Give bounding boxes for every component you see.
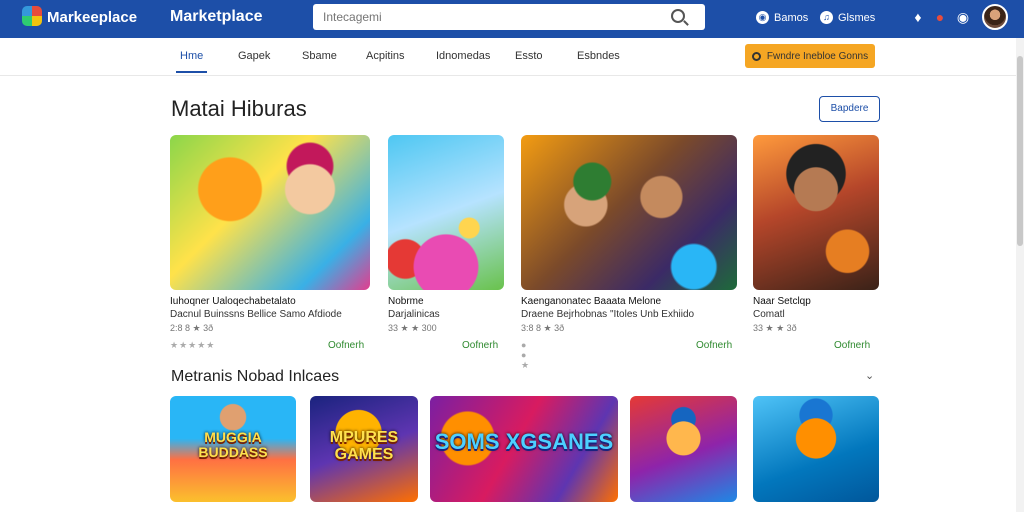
settings-icon[interactable]: ◉ [955, 9, 971, 25]
game-thumbnail[interactable] [753, 396, 879, 502]
game-subtitle: Darjalinicas [388, 309, 440, 320]
get-button[interactable]: Oofnerh [462, 340, 498, 351]
get-button[interactable]: Oofnerh [834, 340, 870, 351]
game-meta: 2:8 8 ★ 3ð [170, 323, 214, 333]
see-more-button[interactable]: Bapdere [819, 96, 880, 122]
header-link-2-label: Glsmes [838, 11, 876, 24]
scrollbar-thumb[interactable] [1017, 56, 1023, 246]
header-link-1[interactable]: ◉ Bamos [756, 11, 808, 24]
app-logo-icon[interactable] [22, 6, 42, 26]
rating-stars: ★★★★★ [170, 340, 216, 350]
section-title: Metranis Nobad Inlcaes [171, 368, 340, 385]
game-art-text: SOMS XGSANES [434, 428, 614, 454]
header-link-2[interactable]: ♫ Glsmes [820, 11, 875, 24]
section-title: Matai Hiburas [171, 96, 307, 121]
game-thumbnail[interactable]: SOMS XGSANES [430, 396, 618, 502]
avatar[interactable] [982, 4, 1008, 30]
game-subtitle: Comatl [753, 309, 785, 320]
game-thumbnail[interactable] [521, 135, 737, 290]
game-meta: 3:8 8 ★ 3ð [521, 323, 565, 333]
game-subtitle: Draene Bejrhobnas "Itoles Unb Exhiido [521, 309, 695, 320]
tab-2[interactable]: Gapek [238, 50, 270, 62]
game-subtitle: Dacnul Buinssns Bellice Samo Afdiode [170, 309, 342, 320]
search-icon [751, 51, 761, 61]
game-meta: 33 ★ ★ 300 [388, 323, 437, 333]
chevron-down-icon[interactable]: ⌄ [865, 369, 875, 382]
get-button[interactable]: Oofnerh [328, 340, 364, 351]
game-meta: 33 ★ ★ 3ð [753, 323, 797, 333]
get-button[interactable]: Oofnerh [696, 340, 732, 351]
page-scrollbar[interactable] [1016, 38, 1024, 512]
game-thumbnail[interactable] [388, 135, 504, 290]
gift-icon[interactable]: ● [932, 9, 948, 25]
game-art-text: MUGGIA BUDDASS [198, 428, 268, 460]
game-thumbnail[interactable] [630, 396, 737, 502]
search-input[interactable] [313, 4, 705, 30]
rating-stars: ● ● ★ [521, 340, 531, 370]
tab-7[interactable]: Esbndes [577, 50, 620, 62]
category-nav: Hme Gapek Sbame Acpitins Idnomedas Essto… [0, 38, 1024, 76]
tab-5[interactable]: Idnomedas [436, 50, 490, 62]
tab-home[interactable]: Hme [175, 50, 208, 73]
header-link-1-label: Bamos [774, 11, 809, 24]
games-circle-icon: ♫ [820, 11, 833, 24]
game-thumbnail[interactable] [753, 135, 879, 290]
game-thumbnail[interactable]: MUGGIA BUDDASS [170, 396, 296, 502]
top-bar: Markeeplace Marketplace ◉ Bamos ♫ Glsmes… [0, 0, 1024, 38]
search-bar[interactable] [313, 4, 705, 30]
game-title[interactable]: Kaenganonatec Baaata Melone [521, 296, 661, 307]
tab-6[interactable]: Essto [515, 50, 543, 62]
game-title[interactable]: Nobrme [388, 296, 424, 307]
link-circle-icon: ◉ [756, 11, 769, 24]
game-art-text: MPURES GAMES [329, 428, 399, 463]
game-thumbnail[interactable]: MPURES GAMES [310, 396, 418, 502]
tab-3[interactable]: Sbame [302, 50, 337, 62]
tab-4[interactable]: Acpitins [366, 50, 405, 62]
brand-name-small[interactable]: Markeeplace [47, 9, 137, 26]
game-thumbnail[interactable] [170, 135, 370, 290]
promo-label: Fwndre Inebloe Gonns [766, 50, 869, 62]
notification-icon[interactable]: ♦ [910, 9, 926, 25]
promo-button[interactable]: Fwndre Inebloe Gonns [745, 44, 875, 68]
game-title[interactable]: Iuhoqner Ualoqechabetalato [170, 296, 296, 307]
brand-name[interactable]: Marketplace [170, 8, 263, 26]
search-icon[interactable] [671, 9, 685, 23]
game-title[interactable]: Naar Setclqp [753, 296, 811, 307]
